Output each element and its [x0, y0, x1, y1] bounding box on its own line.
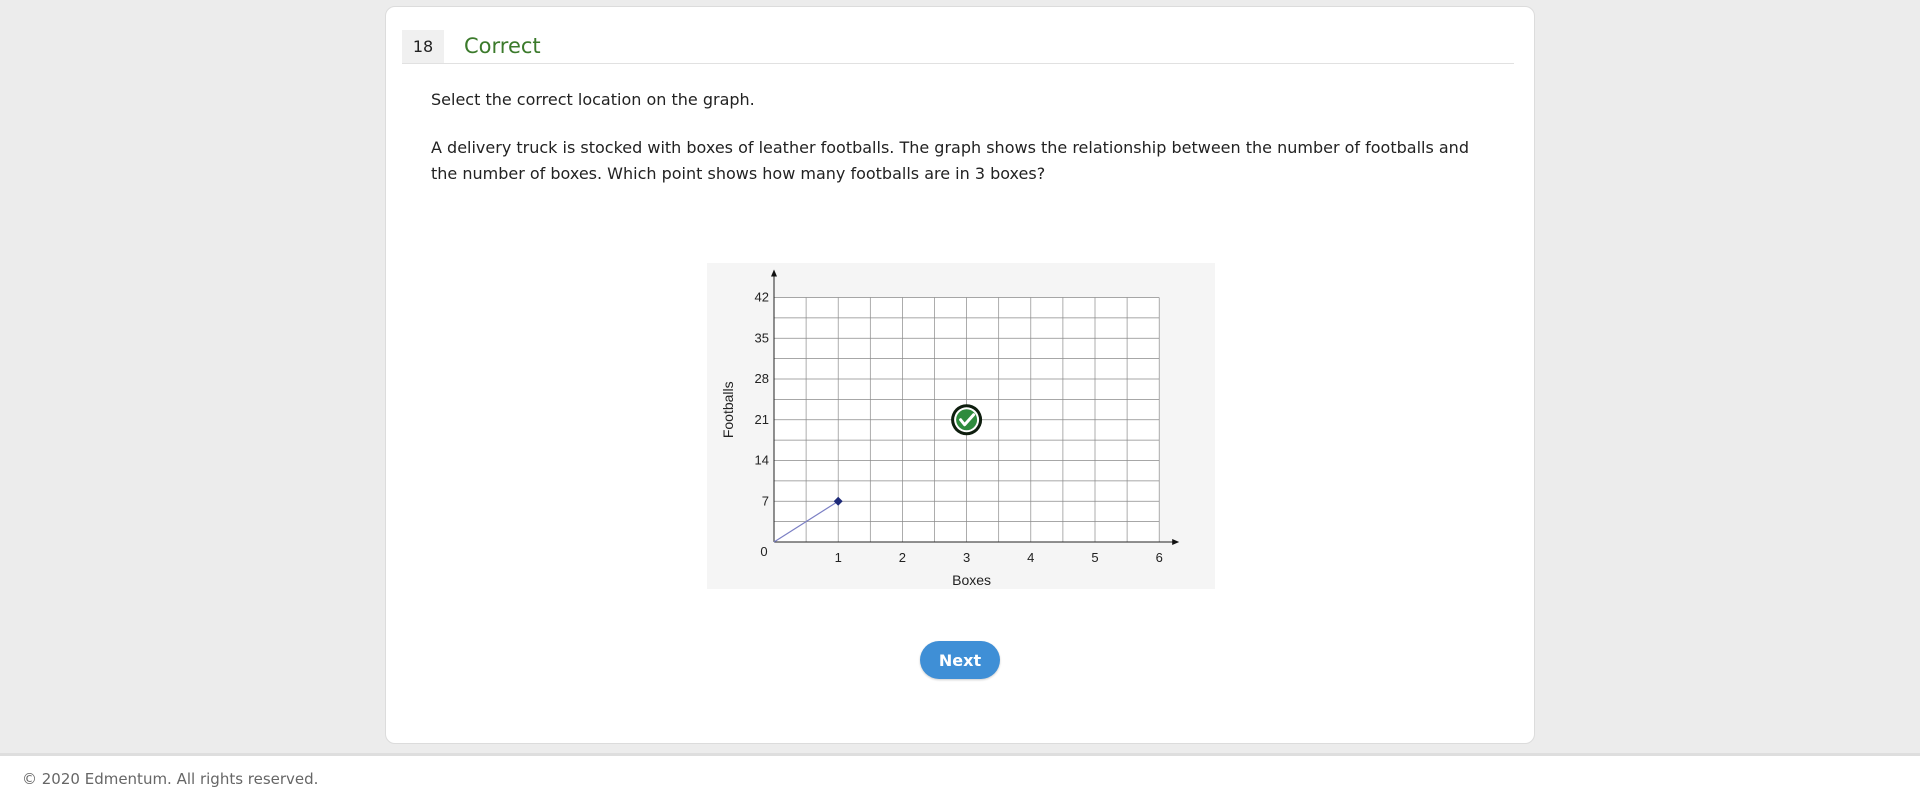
- x-axis-label: Boxes: [952, 572, 991, 588]
- graph-panel[interactable]: 1 2 3 4 5 6 7 14 21 28 35 42 0 Boxes Footballs: [707, 263, 1215, 589]
- x-tick-label: 2: [899, 550, 906, 565]
- question-card: 18 Correct Select the correct location o…: [385, 6, 1535, 744]
- x-axis-arrow-icon: [1172, 539, 1180, 545]
- x-tick-label: 6: [1156, 550, 1163, 565]
- x-tick-label: 3: [963, 550, 970, 565]
- origin-label: 0: [760, 544, 767, 559]
- question-header: 18 Correct: [402, 30, 1514, 64]
- x-tick-label: 4: [1027, 550, 1034, 565]
- copyright-text: © 2020 Edmentum. All rights reserved.: [22, 770, 319, 788]
- question-instruction: Select the correct location on the graph…: [431, 90, 755, 109]
- answer-status: Correct: [464, 34, 541, 58]
- y-tick-label: 42: [755, 290, 769, 305]
- y-tick-label: 28: [755, 371, 769, 386]
- question-prompt: A delivery truck is stocked with boxes o…: [431, 138, 1469, 183]
- x-tick-label: 5: [1091, 550, 1098, 565]
- y-tick-label: 7: [762, 493, 769, 508]
- y-axis-arrow-icon: [771, 269, 777, 277]
- footer: © 2020 Edmentum. All rights reserved.: [0, 753, 1920, 798]
- y-tick-label: 35: [755, 330, 769, 345]
- y-tick-label: 14: [755, 453, 769, 468]
- y-axis-label: Footballs: [720, 381, 736, 438]
- x-tick-label: 1: [835, 550, 842, 565]
- coordinate-graph[interactable]: 1 2 3 4 5 6 7 14 21 28 35 42 0 Boxes Footballs: [707, 263, 1215, 589]
- next-button[interactable]: Next: [920, 641, 1000, 679]
- question-number: 18: [402, 30, 444, 63]
- y-tick-label: 21: [755, 412, 769, 427]
